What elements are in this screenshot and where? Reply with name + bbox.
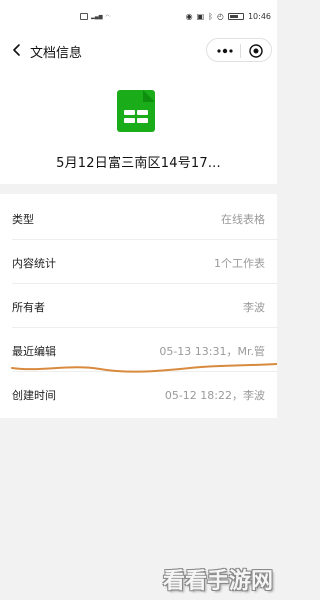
page-title: 文档信息	[30, 46, 83, 61]
mini-program-capsule	[206, 38, 272, 62]
info-value: 05-13 13:31，Mr.管	[159, 345, 265, 358]
info-list: 类型 在线表格 内容统计 1个工作表 所有者 李波 最近编辑 05-13 13:…	[0, 194, 277, 418]
info-value: 1个工作表	[214, 257, 265, 270]
document-header: 5月12日富三南区14号17...	[0, 64, 277, 184]
vibrate-icon: ▣	[196, 12, 205, 21]
status-bar: ▂▄▆ ◠ ◉ ▣ ᛒ ◴ 10:46	[0, 0, 277, 36]
capsule-divider	[240, 44, 241, 58]
status-right-icons: ◉ ▣ ᛒ ◴ 10:46	[186, 12, 271, 21]
nav-bar: 文档信息	[0, 36, 277, 64]
wifi-icon: ◠	[105, 13, 110, 20]
more-icon[interactable]	[215, 45, 235, 57]
info-row-type: 类型 在线表格	[0, 196, 277, 240]
alarm-icon: ◴	[216, 12, 224, 21]
back-arrow-icon[interactable]	[10, 41, 24, 59]
info-row-content-stats: 内容统计 1个工作表	[0, 240, 277, 284]
info-value: 在线表格	[221, 213, 265, 226]
info-row-owner[interactable]: 所有者 李波	[0, 284, 277, 328]
info-label: 内容统计	[12, 257, 56, 270]
status-left-icons: ▂▄▆ ◠	[80, 13, 110, 20]
document-title: 5月12日富三南区14号17...	[56, 156, 221, 171]
info-row-created[interactable]: 创建时间 05-12 18:22，李波	[0, 372, 277, 416]
info-row-last-edited[interactable]: 最近编辑 05-13 13:31，Mr.管	[0, 328, 277, 372]
spreadsheet-icon	[117, 90, 155, 132]
watermark-logo: 看看手游网	[162, 569, 273, 594]
info-label: 类型	[12, 213, 34, 226]
eye-icon: ◉	[185, 12, 193, 21]
info-label: 所有者	[12, 301, 45, 314]
info-label: 最近编辑	[12, 345, 56, 358]
battery-icon	[227, 13, 244, 20]
status-time: 10:46	[247, 12, 271, 21]
close-target-icon[interactable]	[248, 43, 264, 59]
signal-icon: ▂▄▆	[91, 13, 103, 20]
sim-icon	[80, 13, 88, 20]
info-value: 05-12 18:22，李波	[164, 389, 265, 402]
info-label: 创建时间	[12, 389, 56, 402]
bluetooth-icon: ᛒ	[208, 12, 213, 21]
info-value: 李波	[243, 301, 265, 314]
